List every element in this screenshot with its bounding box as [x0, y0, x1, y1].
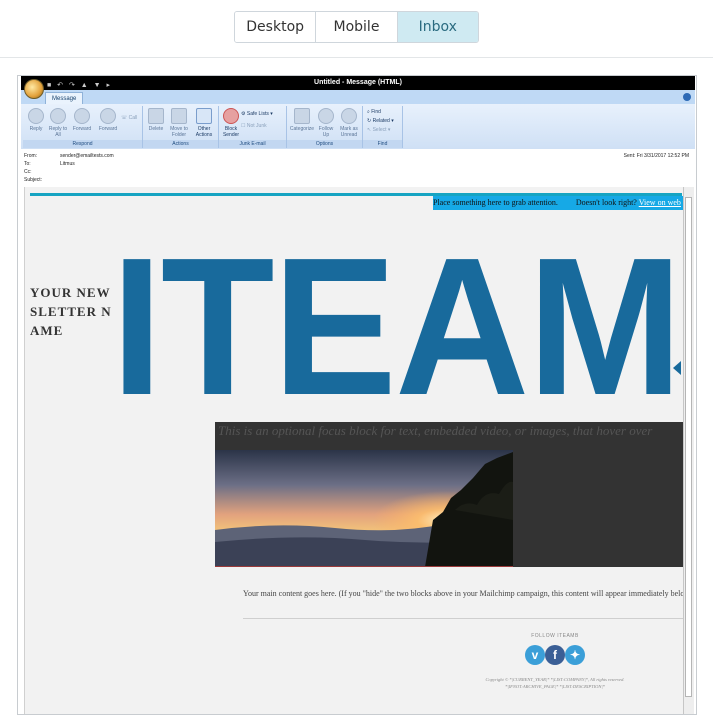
- outlook-window: ■ ↶ ↷ ▲ ▼ ▸ Untitled - Message (HTML) Me…: [21, 76, 695, 714]
- categorize-button[interactable]: Categorize: [289, 108, 315, 132]
- delete-button[interactable]: Delete: [145, 108, 167, 132]
- ribbon-group-junk: Block Sender ⚙ Safe Lists ▾ ☐ Not Junk J…: [219, 106, 287, 148]
- follow-label: FOLLOW ITEAMB: [531, 633, 579, 639]
- envelope-icon: [341, 108, 357, 124]
- folder-icon: [171, 108, 187, 124]
- tab-inbox[interactable]: Inbox: [397, 12, 478, 42]
- tab-desktop[interactable]: Desktop: [235, 12, 317, 42]
- sent-date: Sent: Fri 3/31/2017 12:52 PM: [623, 153, 689, 159]
- window-title: Untitled - Message (HTML): [314, 79, 402, 86]
- vertical-scrollbar[interactable]: [683, 187, 694, 714]
- group-label-find: Find: [363, 140, 402, 148]
- preheader-bar: Place something here to grab attention. …: [433, 196, 684, 210]
- cc-label: Cc:: [24, 169, 32, 175]
- view-on-web-link[interactable]: View on web: [639, 198, 681, 207]
- safe-lists-button[interactable]: ⚙ Safe Lists ▾: [241, 110, 273, 118]
- reply-all-icon: [50, 108, 66, 124]
- preheader-text: Place something here to grab attention.: [433, 198, 558, 207]
- to-value: Litmus: [60, 161, 75, 167]
- forward-button[interactable]: Forward: [69, 108, 95, 132]
- flag-icon: [318, 108, 334, 124]
- move-to-folder-button[interactable]: Move to Folder: [167, 108, 191, 138]
- archive-line: *|IFNOT:ARCHIVE_PAGE|* *|LIST:DESCRIPTIO…: [505, 684, 605, 689]
- ribbon-tabs: Message: [21, 90, 695, 105]
- device-tabs: Desktop Mobile Inbox: [234, 11, 479, 43]
- categorize-icon: [294, 108, 310, 124]
- reply-all-button[interactable]: Reply to All: [47, 108, 69, 138]
- ribbon-group-find: ⌕ Find ↻ Related ▾ ↖ Select ▾ Find: [363, 106, 403, 148]
- to-label: To:: [24, 161, 31, 167]
- from-label: From:: [24, 153, 38, 159]
- dark-panel: [513, 450, 684, 567]
- subject-label: Subject:: [24, 177, 43, 183]
- other-actions-button[interactable]: Other Actions: [191, 108, 217, 138]
- not-junk-button[interactable]: ☐ Not Junk: [241, 122, 267, 130]
- group-label-respond: Respond: [23, 140, 142, 148]
- call-button[interactable]: ☏ Call: [121, 114, 137, 122]
- reply-button[interactable]: Reply: [25, 108, 47, 132]
- twitter-icon[interactable]: ✦: [565, 645, 585, 665]
- ribbon-group-actions: Delete Move to Folder Other Actions Acti…: [143, 106, 219, 148]
- newsletter-name: YOUR NEWSLETTER NAME: [30, 285, 112, 338]
- follow-up-button[interactable]: Follow Up: [315, 108, 337, 138]
- related-button[interactable]: ↻ Related ▾: [367, 117, 394, 125]
- help-icon[interactable]: [683, 93, 691, 101]
- forward-button-2[interactable]: Forward: [95, 108, 121, 132]
- focus-block: This is an optional focus block for text…: [215, 422, 684, 450]
- find-button[interactable]: ⌕ Find: [367, 108, 381, 116]
- header-divider: [0, 57, 713, 58]
- delete-icon: [148, 108, 164, 124]
- sunset-illustration: [215, 450, 513, 566]
- ribbon: Reply Reply to All Forward Forward ☏ Cal…: [21, 104, 695, 150]
- forward-icon: [74, 108, 90, 124]
- logo: ITEAM: [111, 217, 683, 436]
- email-body: Place something here to grab attention. …: [24, 187, 684, 714]
- group-label-actions: Actions: [143, 140, 218, 148]
- document-icon: [196, 108, 212, 124]
- window-titlebar: ■ ↶ ↷ ▲ ▼ ▸ Untitled - Message (HTML): [21, 76, 695, 90]
- copyright-text: Copyright © *|CURRENT_YEAR|* *|LIST:COMP…: [465, 676, 645, 690]
- scrollbar-thumb[interactable]: [685, 197, 692, 697]
- office-orb-icon[interactable]: [24, 79, 44, 99]
- forward-icon: [100, 108, 116, 124]
- reply-icon: [28, 108, 44, 124]
- ribbon-group-options: Categorize Follow Up Mark as Unread Opti…: [287, 106, 363, 148]
- block-sender-icon: [223, 108, 239, 124]
- group-label-junk: Junk E-mail: [219, 140, 286, 148]
- message-headers: From: sender@emailtests.com To: Litmus C…: [21, 149, 695, 187]
- ribbon-group-respond: Reply Reply to All Forward Forward ☏ Cal…: [23, 106, 143, 148]
- from-value: sender@emailtests.com: [60, 153, 114, 159]
- copyright-line: Copyright © *|CURRENT_YEAR|* *|LIST:COMP…: [485, 677, 625, 682]
- vimeo-icon[interactable]: v: [525, 645, 545, 665]
- tab-mobile[interactable]: Mobile: [316, 12, 398, 42]
- select-button[interactable]: ↖ Select ▾: [367, 126, 390, 134]
- facebook-icon[interactable]: f: [545, 645, 565, 665]
- sunset-image: [215, 450, 513, 567]
- content-divider: [243, 618, 684, 619]
- inbox-preview-frame: ■ ↶ ↷ ▲ ▼ ▸ Untitled - Message (HTML) Me…: [17, 75, 697, 715]
- group-label-options: Options: [287, 140, 362, 148]
- main-content: Your main content goes here. (If you "hi…: [243, 589, 684, 598]
- preheader-question: Doesn't look right?: [575, 198, 637, 207]
- arrow-left-icon: [673, 361, 681, 375]
- block-sender-button[interactable]: Block Sender: [221, 108, 241, 138]
- mark-unread-button[interactable]: Mark as Unread: [337, 108, 361, 138]
